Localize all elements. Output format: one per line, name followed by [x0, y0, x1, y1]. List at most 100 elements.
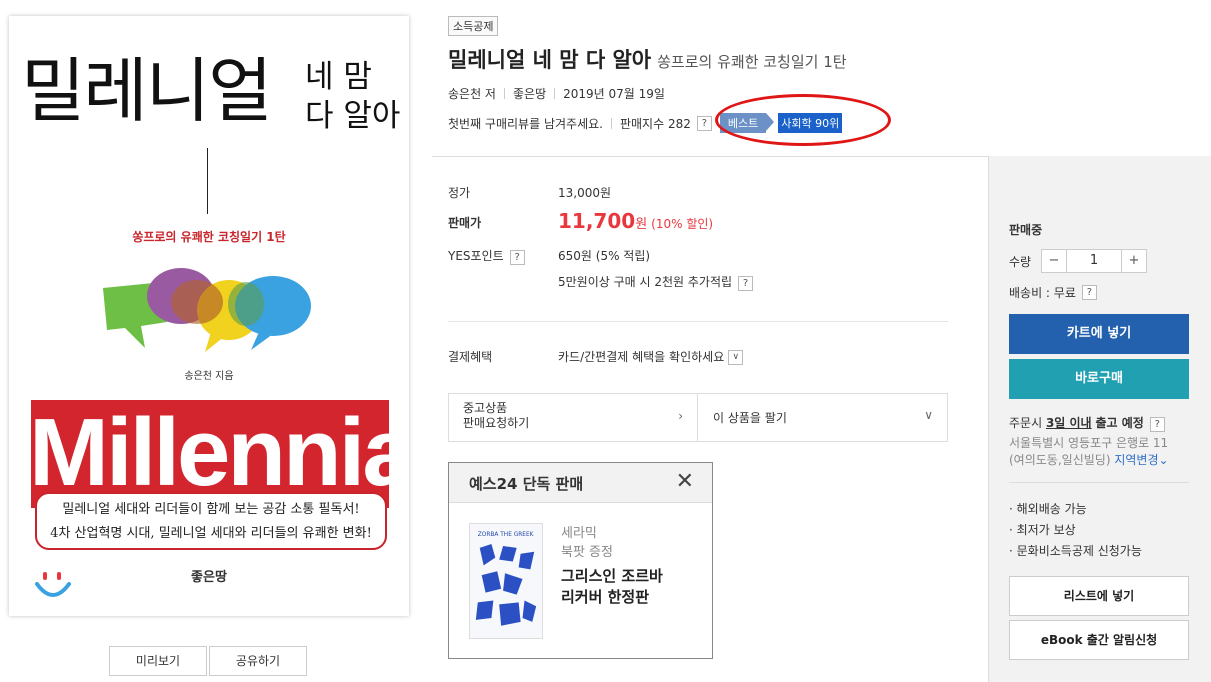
payment-benefit-text: 카드/간편결제 혜택을 확인하세요: [558, 350, 725, 364]
cover-title: 밀레니얼: [21, 50, 273, 132]
quantity-stepper: − 1 +: [1041, 249, 1147, 273]
cover-subtitle: 쏭프로의 유쾌한 코칭일기 1탄: [132, 230, 286, 244]
help-icon[interactable]: ?: [696, 115, 712, 131]
sell-this-item-dropdown[interactable]: 이 상품을 팔기 ∨: [699, 394, 947, 441]
chevron-down-icon[interactable]: ∨: [728, 350, 744, 365]
cover-divider: [207, 148, 208, 214]
divider: [432, 156, 988, 157]
delivery-estimate: 주문시 3일 이내 출고 예정?: [1009, 414, 1165, 432]
payment-row: 결제혜택 카드/간편결제 혜택을 확인하세요 ∨: [448, 348, 744, 365]
ebook-alert-button[interactable]: eBook 출간 알림신청: [1009, 620, 1189, 660]
shipping-fee-text: 배송비 : 무료: [1009, 286, 1076, 300]
add-to-cart-button[interactable]: 카트에 넣기: [1009, 314, 1189, 354]
product-meta: 송은천 저 좋은땅 2019년 07월 19일: [448, 85, 665, 102]
address-line2-wrap: (여의도동,일신빌딩) 지역변경⌄: [1009, 452, 1199, 469]
gift-name-2: 리커버 한정판: [561, 588, 650, 606]
service-list: · 해외배송 가능 · 최저가 보상 · 문화비소득공제 신청가능: [1009, 499, 1142, 562]
tax-deduction-tag: 소득공제: [448, 16, 499, 36]
chevron-down-icon: ⌄: [1158, 453, 1169, 467]
used-goods-box: 중고상품 판매요청하기 › 이 상품을 팔기 ∨: [448, 393, 948, 442]
preview-button[interactable]: 미리보기: [109, 646, 207, 676]
order-prefix: 주문시: [1009, 416, 1043, 430]
help-icon[interactable]: ?: [1081, 285, 1097, 300]
product-subtitle: 쏭프로의 유쾌한 코칭일기 1탄: [657, 53, 847, 71]
points-extra: 5만원이상 구매 시 2천원 추가적립: [558, 275, 733, 289]
buy-now-button[interactable]: 바로구매: [1009, 359, 1189, 399]
gift-brand-1: 세라믹: [561, 526, 597, 541]
divider: [503, 88, 505, 99]
quantity-plus-button[interactable]: +: [1122, 250, 1146, 272]
service-item: · 최저가 보상: [1009, 523, 1076, 537]
cover-tagline-1: 밀레니얼 세대와 리더들이 함께 보는 공감 소통 필독서!: [62, 502, 360, 517]
product-title: 밀레니얼 네 맘 다 알아: [448, 48, 652, 72]
exclusive-gift-box: 예스24 단독 판매 ✕ ZORBA THE GREEK 세라믹 북팟 증정 그…: [448, 462, 713, 659]
divider: [554, 88, 556, 99]
product-title-row: 밀레니얼 네 맘 다 알아 쏭프로의 유쾌한 코칭일기 1탄: [448, 44, 847, 74]
sale-price-label: 판매가: [448, 216, 482, 230]
quantity-input[interactable]: 1: [1066, 250, 1122, 272]
exclusive-title: 예스24 단독 판매: [469, 475, 584, 493]
help-icon[interactable]: ?: [1149, 417, 1165, 432]
share-button[interactable]: 공유하기: [209, 646, 307, 676]
close-icon[interactable]: ✕: [676, 471, 694, 493]
sell-this-item-label: 이 상품을 팔기: [713, 411, 787, 425]
order-days: 3일 이내: [1045, 416, 1092, 430]
payment-benefit[interactable]: 카드/간편결제 혜택을 확인하세요 ∨: [558, 348, 744, 365]
points-label: YES포인트: [448, 249, 504, 263]
sales-index: 판매지수 282: [619, 116, 691, 131]
service-item: · 해외배송 가능: [1009, 502, 1087, 516]
publisher-link[interactable]: 좋은땅: [513, 87, 546, 101]
service-item: · 문화비소득공제 신청가능: [1009, 544, 1142, 558]
list-price-row: 정가 13,000원: [448, 184, 611, 201]
help-icon[interactable]: ?: [738, 276, 754, 291]
used-line1: 중고상품: [463, 401, 508, 415]
order-suffix: 출고 예정: [1095, 416, 1144, 430]
exclusive-header: 예스24 단독 판매 ✕: [449, 463, 712, 503]
sale-status: 판매중: [1009, 223, 1043, 237]
add-to-wishlist-button[interactable]: 리스트에 넣기: [1009, 576, 1189, 616]
cover-title-right: 네 맘 다 알아: [305, 58, 409, 136]
divider: [610, 117, 612, 129]
help-icon[interactable]: ?: [509, 250, 525, 265]
payment-label: 결제혜택: [448, 350, 493, 364]
review-prompt-link[interactable]: 첫번째 구매리뷰를 남겨주세요.: [448, 115, 603, 132]
cover-title-line1: 네 맘: [305, 59, 372, 95]
chevron-right-icon: ›: [678, 409, 683, 423]
gift-image[interactable]: ZORBA THE GREEK: [469, 523, 543, 639]
list-price-value: 13,000원: [558, 186, 612, 200]
author-link[interactable]: 송은천 저: [448, 87, 496, 101]
sale-price-wrap: 11,700원 (10% 할인): [558, 209, 713, 233]
quantity-label: 수량: [1009, 255, 1032, 269]
points-row: YES포인트? 650원 (5% 적립): [448, 247, 650, 265]
smile-logo-icon: [35, 572, 71, 597]
sale-price-unit: 원: [635, 217, 648, 232]
gift-name-1: 그리스인 조르바: [561, 567, 663, 585]
chevron-down-icon: ∨: [924, 408, 933, 422]
change-region-link[interactable]: 지역변경: [1114, 453, 1158, 467]
cover-tagline-box: 밀레니얼 세대와 리더들이 함께 보는 공감 소통 필독서! 4차 산업혁명 시…: [35, 492, 387, 550]
cover-title-line2: 다 알아: [305, 97, 401, 134]
speech-bubbles-illustration: [103, 268, 311, 352]
sale-price-row: 판매가 11,700원 (10% 할인): [448, 209, 713, 233]
gift-brand-2: 북팟 증정: [561, 545, 613, 560]
sale-price-value: 11,700: [558, 209, 636, 233]
highlight-oval: [715, 94, 891, 146]
gift-text[interactable]: 세라믹 북팟 증정 그리스인 조르바 리커버 한정판: [561, 524, 663, 608]
cover-author: 송은천 지음: [184, 371, 234, 382]
quantity-minus-button[interactable]: −: [1042, 250, 1066, 272]
points-extra-wrap: 5만원이상 구매 시 2천원 추가적립?: [558, 273, 754, 291]
discount-rate: (10% 할인): [651, 217, 714, 231]
list-price-label: 정가: [448, 186, 471, 200]
svg-text:ZORBA THE GREEK: ZORBA THE GREEK: [478, 532, 534, 538]
divider: [1009, 482, 1189, 483]
cover-tagline-2: 4차 산업혁명 시대, 밀레니얼 세대와 리더들의 유쾌한 변화!: [50, 526, 372, 541]
purchase-panel: 판매중 수량 − 1 + 배송비 : 무료? 카트에 넣기 바로구매 주문시 3…: [988, 156, 1211, 682]
delivery-address: 서울특별시 영등포구 은행로 11 (여의도동,일신빌딩) 지역변경⌄: [1009, 435, 1199, 469]
address-line1: 서울특별시 영등포구 은행로 11: [1009, 436, 1169, 450]
used-sale-request-button[interactable]: 중고상품 판매요청하기 ›: [449, 394, 698, 441]
shipping-fee: 배송비 : 무료?: [1009, 284, 1097, 301]
points-value: 650원 (5% 적립): [558, 249, 651, 263]
publish-date: 2019년 07월 19일: [563, 87, 665, 101]
book-cover[interactable]: 밀레니얼 네 맘 다 알아 쏭프로의 유쾌한 코칭일기 1탄 송은천 지음 Mi…: [9, 16, 409, 616]
divider: [448, 321, 948, 322]
